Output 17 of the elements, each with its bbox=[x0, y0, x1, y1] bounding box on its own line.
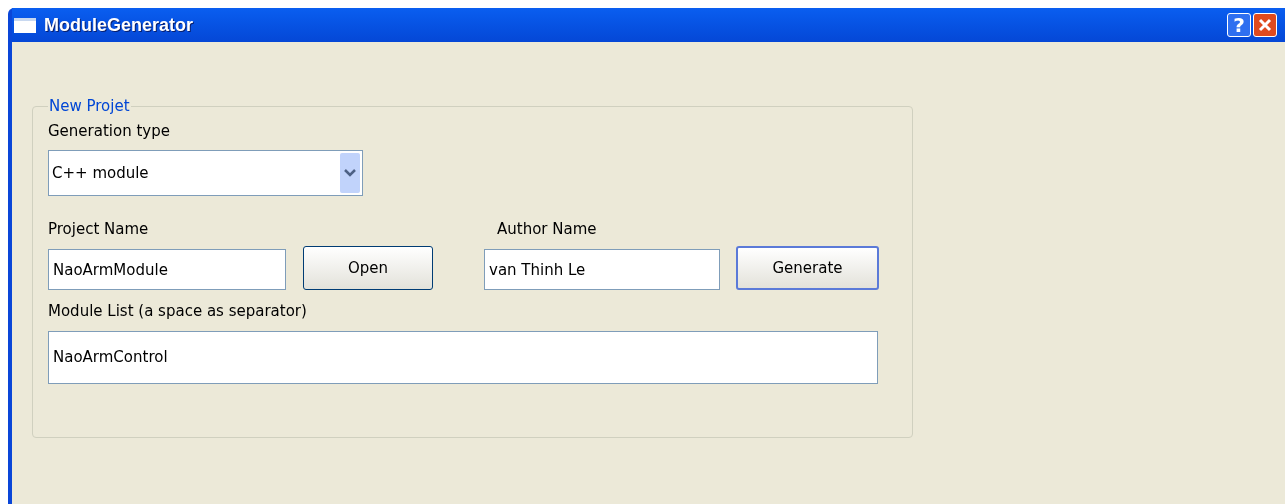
open-button[interactable]: Open bbox=[303, 246, 433, 290]
close-button[interactable] bbox=[1253, 13, 1277, 37]
author-name-field[interactable]: van Thinh Le bbox=[484, 249, 720, 290]
project-name-label: Project Name bbox=[48, 219, 150, 238]
window-icon bbox=[14, 17, 36, 33]
module-list-field[interactable]: NaoArmControl bbox=[48, 330, 878, 384]
module-list-label: Module List (a space as separator) bbox=[48, 301, 308, 322]
generation-type-label: Generation type bbox=[48, 120, 171, 142]
window-title: ModuleGenerator bbox=[44, 13, 194, 37]
close-icon bbox=[1258, 18, 1272, 32]
generate-button[interactable]: Generate bbox=[736, 246, 879, 290]
generation-type-dropdown[interactable]: C++ module bbox=[48, 150, 363, 196]
help-button[interactable]: ? bbox=[1227, 13, 1251, 37]
author-name-label: Author Name bbox=[497, 219, 598, 238]
chevron-down-icon bbox=[340, 153, 360, 193]
group-title: New Projet bbox=[48, 96, 131, 117]
project-name-field[interactable]: NaoArmModule bbox=[48, 249, 286, 290]
